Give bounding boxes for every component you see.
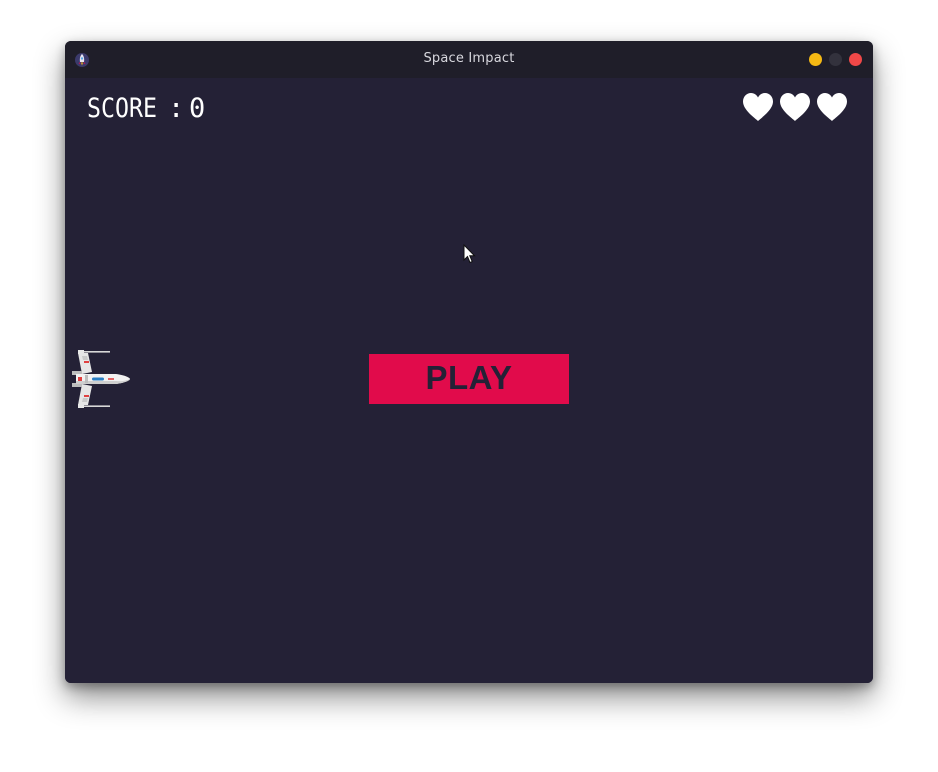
score-display: SCORE : 0 [87,93,205,122]
score-separator: : [168,93,184,122]
heart-icon [743,93,773,121]
close-button[interactable] [849,53,862,66]
minimize-button[interactable] [809,53,822,66]
spaceship-icon [72,350,130,408]
mouse-cursor-icon [463,244,476,264]
game-canvas[interactable]: SCORE : 0 PLAY [65,78,873,683]
heart-icon [780,93,810,121]
maximize-button[interactable] [829,53,842,66]
game-window: Space Impact SCORE : 0 PLAY [65,41,873,683]
heart-icon [817,93,847,121]
play-button[interactable]: PLAY [369,354,569,404]
score-value: 0 [189,93,205,122]
window-title: Space Impact [423,51,515,66]
lives-display [741,92,852,122]
score-label: SCORE [87,93,157,122]
title-bar[interactable]: Space Impact [65,41,873,78]
